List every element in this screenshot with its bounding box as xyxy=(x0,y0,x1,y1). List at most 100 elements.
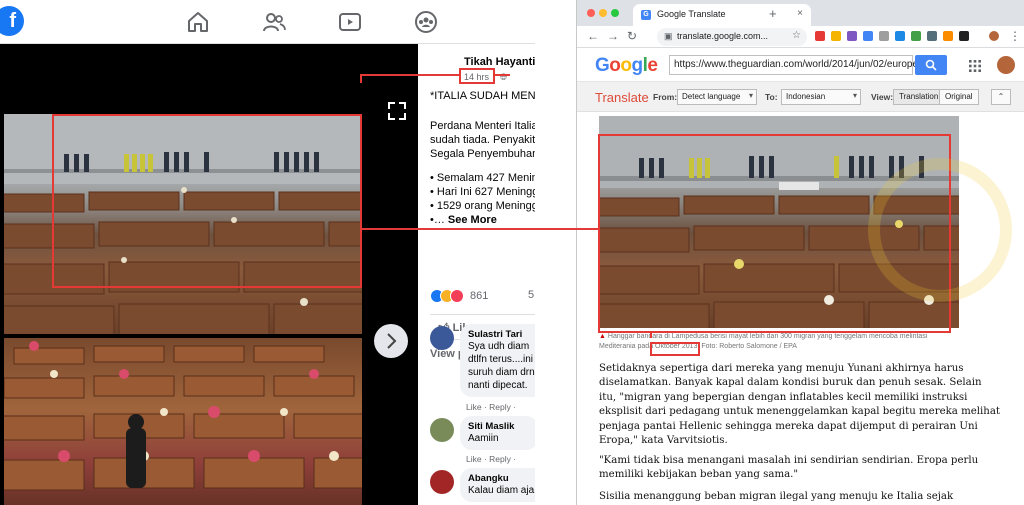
search-icon xyxy=(925,59,937,71)
post-text-line: sudah tiada. Penyakit xyxy=(430,134,535,146)
tab-strip: G Google Translate × + xyxy=(577,0,1024,26)
post-text-line: • Hari Ini 627 Meningg xyxy=(430,186,535,198)
menu-kebab-icon[interactable]: ⋮ xyxy=(1009,29,1021,43)
article-paragraph: "Kami tidak bisa menangani masalah ini s… xyxy=(599,454,989,483)
post-text-tail: •… xyxy=(430,214,445,226)
google-logo[interactable]: Google xyxy=(595,55,658,77)
comparison-screenshot: f Tikah Hayanti 14 hrs 🌐︎ *ITALIA SUDAH … xyxy=(0,0,1024,505)
share-count[interactable]: 5 xyxy=(528,289,534,301)
forward-icon[interactable]: → xyxy=(607,29,619,43)
google-translate-favicon-icon: G xyxy=(641,10,651,20)
reload-icon[interactable]: ↻ xyxy=(627,29,637,43)
extension-icon[interactable] xyxy=(815,31,825,41)
star-icon[interactable]: ☆ xyxy=(792,30,801,41)
profile-avatar[interactable] xyxy=(989,31,999,41)
logo-letter: g xyxy=(631,55,644,76)
original-view-button[interactable]: Original xyxy=(939,89,979,105)
avatar[interactable] xyxy=(430,418,454,442)
comment-bubble: Abangku Kalau diam aja xyxy=(460,468,535,502)
maximize-window-button[interactable] xyxy=(611,9,619,17)
extension-icon[interactable] xyxy=(863,31,873,41)
tab-google-translate[interactable]: G Google Translate × xyxy=(633,4,811,26)
comment-text-line: suruh diam drn xyxy=(468,367,535,378)
extension-icon[interactable] xyxy=(879,31,889,41)
comment-author[interactable]: Sulastri Tari xyxy=(468,329,535,340)
coffins-flowers-photo xyxy=(4,338,362,505)
facebook-topbar: f xyxy=(0,0,535,44)
new-tab-button[interactable]: + xyxy=(769,6,777,21)
expand-icon[interactable] xyxy=(386,100,408,122)
extension-icon[interactable] xyxy=(895,31,905,41)
reaction-count: 861 xyxy=(470,289,489,302)
caption-triangle-icon: ▲ xyxy=(599,333,606,340)
avatar[interactable] xyxy=(430,326,454,350)
post-timestamp[interactable]: 14 hrs xyxy=(464,72,489,82)
extension-icon[interactable] xyxy=(847,31,857,41)
apps-icon[interactable] xyxy=(969,59,981,72)
comment-text-line: nanti dipecat. xyxy=(468,380,528,391)
comment-bubble: Siti Maslik Aamiin xyxy=(460,416,535,450)
home-icon[interactable] xyxy=(186,10,212,34)
translate-brand[interactable]: Translate xyxy=(595,90,649,105)
article-paragraph: Setidaknya sepertiga dari mereka yang me… xyxy=(599,362,1001,448)
comment-author[interactable]: Abangku xyxy=(468,473,535,484)
to-label: To: xyxy=(765,92,778,102)
translated-article: ▲ Hanggar bandara di Lampedusa berisi ma… xyxy=(577,112,1024,505)
address-bar[interactable]: ▣ translate.google.com... ☆ xyxy=(657,28,807,46)
post-sidebar: Tikah Hayanti 14 hrs 🌐︎ *ITALIA SUDAH ME… xyxy=(418,44,535,505)
comment-text-line: Sya udh diam xyxy=(468,341,530,352)
source-url-value: https://www.theguardian.com/world/2014/j… xyxy=(674,59,931,70)
see-more-link[interactable]: See More xyxy=(448,214,497,226)
love-reaction-icon xyxy=(450,288,464,303)
logo-letter: o xyxy=(620,55,632,76)
target-language-select[interactable]: Indonesian xyxy=(781,89,861,105)
comment-actions[interactable]: Like · Reply · xyxy=(466,402,516,412)
logo-letter: o xyxy=(609,55,621,76)
facebook-logo[interactable]: f xyxy=(0,6,24,36)
next-photo-button[interactable] xyxy=(374,324,408,358)
caption-line: Hanggar bandara di Lampedusa berisi maya… xyxy=(607,333,928,340)
account-avatar[interactable] xyxy=(997,56,1015,74)
groups-icon[interactable] xyxy=(414,10,440,34)
comment-text-line: Kalau diam aja xyxy=(468,485,535,496)
extension-icon[interactable] xyxy=(927,31,937,41)
extension-icon[interactable] xyxy=(911,31,921,41)
back-icon[interactable]: ← xyxy=(587,29,599,43)
post-text-line: • Semalam 427 Menin xyxy=(430,172,535,184)
minimize-window-button[interactable] xyxy=(599,9,607,17)
coffins-hangar-photo xyxy=(4,114,362,334)
extension-icon[interactable] xyxy=(943,31,953,41)
post-author[interactable]: Tikah Hayanti xyxy=(464,56,535,68)
reaction-summary[interactable]: 861 xyxy=(430,287,488,303)
tab-title: Google Translate xyxy=(657,9,726,19)
logo-letter: G xyxy=(595,55,610,76)
article-line: eksplisit dari pedagang untuk menenggela… xyxy=(599,406,1001,418)
source-url-input[interactable]: https://www.theguardian.com/world/2014/j… xyxy=(669,55,930,75)
translation-view-button[interactable]: Translation xyxy=(893,89,945,105)
article-line: diselamatkan. Banyak kapal dalam kondisi… xyxy=(599,377,982,389)
close-window-button[interactable] xyxy=(587,9,595,17)
extension-icon[interactable] xyxy=(959,31,969,41)
comment-actions[interactable]: Like · Reply · xyxy=(466,454,516,464)
caption-date: Oktober 2013 xyxy=(655,343,698,350)
article-line: "Kami tidak bisa menangani masalah ini s… xyxy=(599,455,979,466)
article-paragraph: Sisilia menanggung beban migran ilegal y… xyxy=(599,490,989,504)
friends-icon[interactable] xyxy=(262,10,288,34)
address-url: translate.google.com... xyxy=(677,31,769,41)
watch-icon[interactable] xyxy=(338,10,364,34)
view-label: View: xyxy=(871,92,894,102)
comment-author[interactable]: Siti Maslik xyxy=(468,421,530,432)
article-line: memiliki kebijakan beban yang sama." xyxy=(599,469,799,481)
article-line: Eropa," kata Varvitsiotis. xyxy=(599,435,728,447)
photo-caption: ▲ Hanggar bandara di Lampedusa berisi ma… xyxy=(599,332,979,352)
collapse-toolbar-button[interactable]: ⌃ xyxy=(991,89,1011,105)
coffins-hangar-photo xyxy=(599,116,959,328)
extension-icon[interactable] xyxy=(831,31,841,41)
close-tab-icon[interactable]: × xyxy=(797,8,803,19)
chevron-right-icon xyxy=(387,333,397,349)
post-photo-viewer xyxy=(0,44,418,505)
avatar[interactable] xyxy=(430,470,454,494)
source-language-select[interactable]: Detect language xyxy=(677,89,757,105)
search-button[interactable] xyxy=(915,55,947,75)
post-text-line: Perdana Menteri Italia xyxy=(430,120,535,132)
